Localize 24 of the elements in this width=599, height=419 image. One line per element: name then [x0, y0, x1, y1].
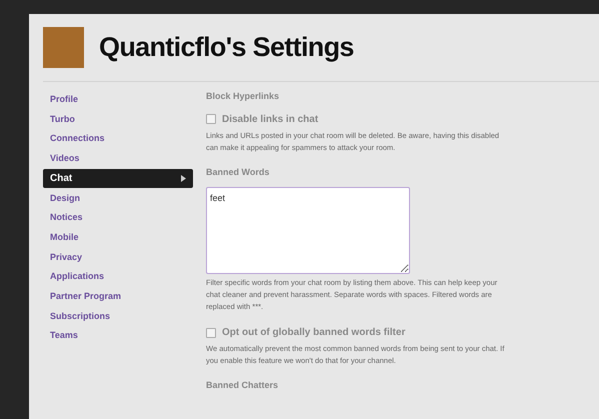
checkbox[interactable]	[206, 328, 216, 338]
page-title: Quanticflo's Settings	[99, 31, 354, 64]
sidebar-item[interactable]: Partner Program	[43, 286, 193, 307]
sidebar-item[interactable]: Notices	[43, 208, 193, 228]
banned-words-input[interactable]: feet	[206, 187, 410, 274]
caret-icon	[181, 175, 186, 182]
sidebar-item[interactable]: Chat	[43, 168, 193, 188]
sidebar-item[interactable]: Videos	[43, 149, 193, 169]
checkbox[interactable]	[206, 114, 216, 124]
sidebar-item[interactable]: Turbo	[43, 110, 193, 130]
sidebar-item[interactable]: Teams	[43, 326, 193, 346]
section-heading: Banned Words	[206, 166, 270, 178]
sidebar-item[interactable]: Connections	[43, 129, 193, 150]
section-heading: Block Hyperlinks	[206, 90, 280, 103]
checkbox-label: Opt out of globally banned words filter	[222, 326, 406, 340]
avatar-photo-placeholder	[43, 27, 84, 68]
sidebar-item[interactable]: Profile	[43, 90, 193, 110]
sidebar-item[interactable]: Subscriptions	[43, 306, 193, 326]
sidebar-item[interactable]: Privacy	[43, 248, 193, 268]
checkbox-label: Disable links in chat	[222, 112, 318, 126]
sidebar-item[interactable]: Design	[43, 188, 193, 208]
sidebar-item[interactable]: Applications	[43, 267, 193, 287]
sidebar-item[interactable]: Mobile	[43, 228, 193, 248]
section-heading: Banned Chatters	[206, 379, 280, 392]
